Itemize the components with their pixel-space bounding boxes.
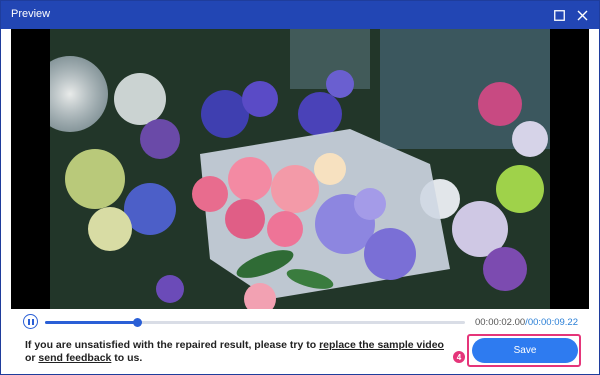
close-icon	[577, 10, 587, 20]
time-display: 00:00:02.00/00:00:09.22	[475, 317, 578, 328]
message-text-before: If you are unsatisfied with the repaired…	[25, 339, 320, 351]
pause-button[interactable]	[23, 314, 38, 329]
feedback-message: If you are unsatisfied with the repaired…	[25, 339, 445, 365]
preview-window: Preview 00:00:02.00/00:00:09.22 If you a…	[0, 0, 600, 375]
playback-controls: 00:00:02.00/00:00:09.22	[11, 312, 589, 336]
replace-sample-video-link[interactable]: replace the sample video	[319, 339, 444, 351]
seek-bar-handle[interactable]	[132, 318, 142, 327]
seek-bar[interactable]	[45, 318, 465, 327]
title-bar: Preview	[1, 1, 599, 29]
seek-bar-progress	[45, 321, 137, 324]
video-player[interactable]	[11, 29, 589, 309]
message-text-after: to us.	[111, 352, 143, 364]
step-badge: 4	[453, 351, 465, 363]
message-text-middle: or	[25, 352, 39, 364]
maximize-icon	[553, 9, 565, 21]
window-title: Preview	[11, 8, 51, 20]
save-button[interactable]: Save	[472, 338, 578, 363]
maximize-button[interactable]	[549, 5, 569, 25]
pause-icon	[27, 318, 30, 325]
flower-scene-image	[50, 29, 550, 309]
close-button[interactable]	[572, 5, 592, 25]
send-feedback-link[interactable]: send feedback	[38, 352, 111, 364]
total-time: 00:00:09.22	[527, 317, 578, 328]
video-frame	[50, 29, 550, 309]
current-time: 00:00:02.00	[474, 317, 526, 328]
pause-icon-bar	[31, 318, 34, 325]
